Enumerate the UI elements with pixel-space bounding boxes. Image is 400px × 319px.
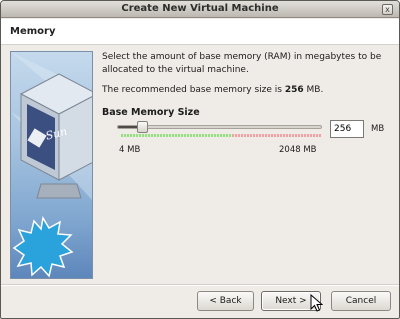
dialog-window: Create New Virtual Machine x Memory Sun — [0, 0, 400, 319]
memory-slider-thumb[interactable] — [137, 121, 148, 133]
back-button[interactable]: < Back — [197, 291, 254, 311]
recommended-suffix: MB. — [303, 85, 324, 95]
mouse-pointer-icon — [310, 294, 323, 312]
description-text: Select the amount of base memory (RAM) i… — [102, 52, 382, 75]
title-bar[interactable]: Create New Virtual Machine x — [1, 1, 399, 18]
recommended-text: The recommended base memory size is 256 … — [102, 85, 323, 95]
memory-size-input[interactable] — [330, 120, 364, 138]
virtualbox-logo-icon: Sun — [11, 52, 92, 278]
slider-max-label: 2048 MB — [279, 145, 317, 155]
slider-min-label: 4 MB — [119, 145, 141, 155]
recommended-value: 256 — [284, 85, 304, 95]
memory-range-indicator — [121, 134, 322, 137]
base-memory-size-label: Base Memory Size — [102, 107, 200, 118]
warning-range-segment — [232, 134, 322, 137]
page-title: Memory — [10, 26, 56, 37]
safe-range-segment — [121, 134, 232, 137]
close-icon[interactable]: x — [382, 4, 393, 15]
cancel-button[interactable]: Cancel — [331, 291, 391, 311]
window-title: Create New Virtual Machine — [121, 3, 279, 14]
footer-separator-highlight — [1, 285, 399, 286]
memory-unit-label: MB — [371, 124, 385, 134]
page-header: Memory — [1, 19, 399, 45]
wizard-side-image: Sun — [10, 51, 93, 279]
recommended-prefix: The recommended base memory size is — [102, 85, 285, 95]
